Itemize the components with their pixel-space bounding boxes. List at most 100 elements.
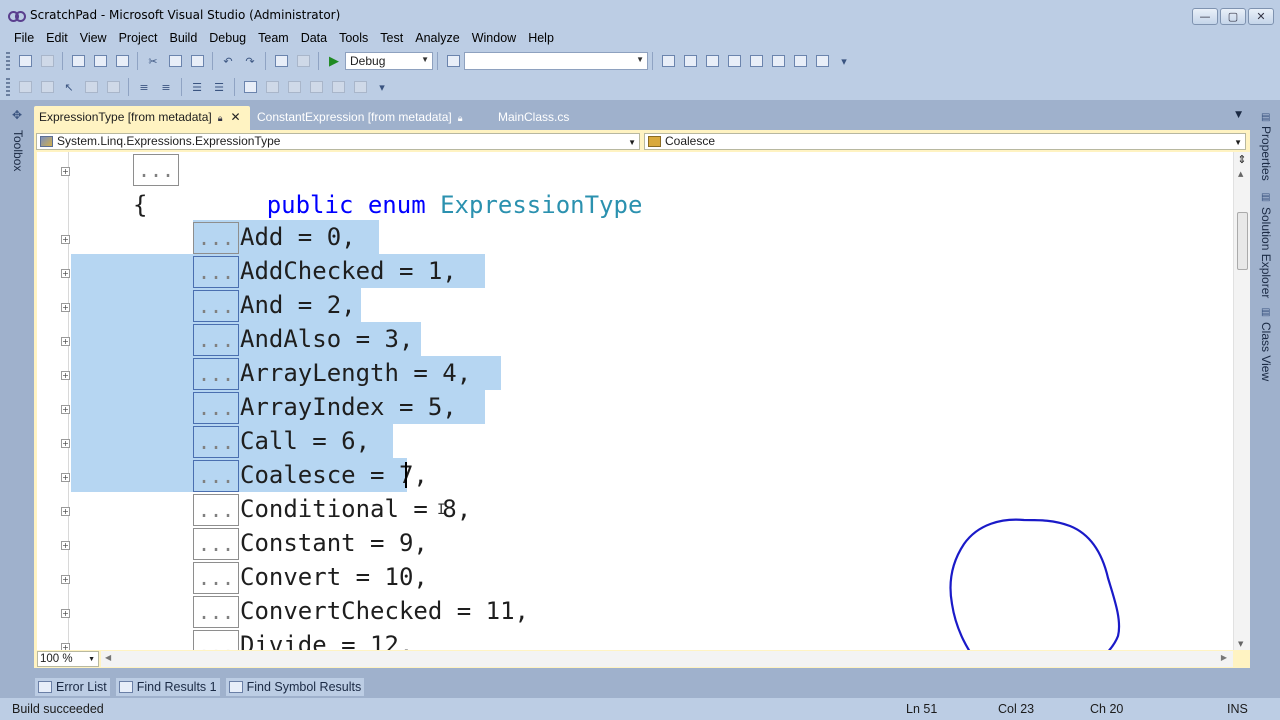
outline-expander[interactable]: + <box>61 405 70 414</box>
new-project-icon[interactable] <box>15 52 35 70</box>
properties-tab[interactable]: Properties <box>1259 126 1273 181</box>
command-window-icon[interactable] <box>812 52 832 70</box>
class-view-tab[interactable]: Class View <box>1259 322 1273 381</box>
collapsed-region-marker[interactable]: ... <box>193 494 239 526</box>
tab-mainclass[interactable]: MainClass.cs <box>493 106 589 130</box>
active-files-dropdown-icon[interactable]: ▼ <box>1235 110 1242 120</box>
display-parameter-info-icon[interactable] <box>37 78 57 96</box>
scroll-up-arrow-icon[interactable]: ▲ <box>1238 170 1243 178</box>
outline-expander[interactable]: + <box>61 439 70 448</box>
find-in-files-icon[interactable] <box>443 52 463 70</box>
previous-bookmark-icon[interactable] <box>262 78 282 96</box>
save-icon[interactable] <box>90 52 110 70</box>
paste-icon[interactable] <box>187 52 207 70</box>
navigate-backward-icon[interactable] <box>271 52 291 70</box>
members-dropdown[interactable]: Coalesce ▼ <box>644 133 1246 150</box>
collapsed-region-marker[interactable]: ... <box>193 290 239 322</box>
find-combo[interactable]: ▼ <box>464 52 648 70</box>
toolbar-grip[interactable] <box>6 78 10 96</box>
outline-expander[interactable]: + <box>61 541 70 550</box>
outline-expander[interactable]: + <box>61 371 70 380</box>
outline-expander[interactable]: + <box>61 643 70 650</box>
undo-icon[interactable]: ↶ <box>218 52 238 70</box>
next-bookmark-in-folder-icon[interactable] <box>328 78 348 96</box>
collapsed-region-marker[interactable]: ... <box>193 222 239 254</box>
vertical-scrollbar[interactable]: ⇕ ▲ ▼ <box>1233 152 1250 650</box>
cut-icon[interactable]: ✂ <box>143 52 163 70</box>
close-tab-icon[interactable]: ✕ <box>231 110 241 124</box>
collapsed-region-marker[interactable]: ... <box>193 562 239 594</box>
toolbar-options-icon[interactable]: ▾ <box>372 78 392 96</box>
toolbar-grip[interactable] <box>6 52 10 70</box>
menu-test[interactable]: Test <box>374 31 409 45</box>
comment-selection-icon[interactable]: ☰ <box>187 78 207 96</box>
collapsed-region-marker[interactable]: ... <box>193 426 239 458</box>
close-button[interactable]: ✕ <box>1248 8 1274 25</box>
menu-view[interactable]: View <box>74 31 113 45</box>
team-explorer-icon[interactable] <box>746 52 766 70</box>
menu-window[interactable]: Window <box>466 31 522 45</box>
outline-expander[interactable]: + <box>61 473 70 482</box>
menu-analyze[interactable]: Analyze <box>409 31 465 45</box>
solution-configuration-select[interactable]: Debug ▼ <box>345 52 433 70</box>
menu-team[interactable]: Team <box>252 31 295 45</box>
toolbox-tab[interactable]: ✥ Toolbox <box>8 104 30 674</box>
outline-expander[interactable]: + <box>61 337 70 346</box>
code-editor[interactable]: + ... public enum ExpressionType { + ...… <box>34 152 1250 650</box>
collapsed-region-marker[interactable]: ... <box>193 256 239 288</box>
display-smart-tag-icon[interactable] <box>103 78 123 96</box>
navigate-forward-icon[interactable] <box>293 52 313 70</box>
solution-explorer-icon[interactable] <box>658 52 678 70</box>
outline-expander[interactable]: + <box>61 269 70 278</box>
object-browser-icon[interactable] <box>702 52 722 70</box>
display-quick-info-icon[interactable]: ↖ <box>59 78 79 96</box>
menu-data[interactable]: Data <box>295 31 333 45</box>
start-debugging-icon[interactable]: ▶ <box>324 52 344 70</box>
toolbar-options-icon[interactable]: ▾ <box>834 52 854 70</box>
properties-window-icon[interactable] <box>680 52 700 70</box>
collapsed-region-marker[interactable]: ... <box>133 154 179 186</box>
toggle-bookmark-icon[interactable] <box>240 78 260 96</box>
scrollbar-thumb[interactable] <box>1237 212 1248 270</box>
collapsed-region-marker[interactable]: ... <box>193 528 239 560</box>
tab-find-results-1[interactable]: Find Results 1 <box>114 677 221 697</box>
collapsed-region-marker[interactable]: ... <box>193 460 239 492</box>
outline-expander[interactable]: + <box>61 303 70 312</box>
menu-build[interactable]: Build <box>163 31 203 45</box>
collapsed-region-marker[interactable]: ... <box>193 324 239 356</box>
start-page-icon[interactable] <box>768 52 788 70</box>
decrease-indent-icon[interactable]: ≡ <box>134 78 154 96</box>
increase-indent-icon[interactable]: ≡ <box>156 78 176 96</box>
add-item-icon[interactable] <box>37 52 57 70</box>
menu-edit[interactable]: Edit <box>40 31 74 45</box>
types-dropdown[interactable]: System.Linq.Expressions.ExpressionType ▼ <box>36 133 640 150</box>
scroll-down-arrow-icon[interactable]: ▼ <box>1238 640 1243 648</box>
scroll-right-arrow-icon[interactable]: ▶ <box>1221 653 1227 662</box>
solution-explorer-tab[interactable]: Solution Explorer <box>1259 207 1273 298</box>
outline-expander[interactable]: + <box>61 575 70 584</box>
outline-expander[interactable]: + <box>61 167 70 176</box>
outline-expander[interactable]: + <box>61 507 70 516</box>
outline-expander[interactable]: + <box>61 235 70 244</box>
next-bookmark-icon[interactable] <box>284 78 304 96</box>
horizontal-scrollbar[interactable]: ◀ ▶ <box>101 651 1233 667</box>
collapsed-region-marker[interactable]: ... <box>193 596 239 628</box>
maximize-button[interactable]: ▢ <box>1220 8 1246 25</box>
tab-constantexpression[interactable]: ConstantExpression [from metadata] 🔒︎ <box>252 106 480 130</box>
display-object-member-list-icon[interactable] <box>15 78 35 96</box>
outline-expander[interactable]: + <box>61 609 70 618</box>
redo-icon[interactable]: ↷ <box>240 52 260 70</box>
previous-bookmark-in-folder-icon[interactable] <box>306 78 326 96</box>
menu-tools[interactable]: Tools <box>333 31 374 45</box>
menu-file[interactable]: File <box>8 31 40 45</box>
open-file-icon[interactable] <box>68 52 88 70</box>
minimize-button[interactable]: — <box>1192 8 1218 25</box>
menu-help[interactable]: Help <box>522 31 560 45</box>
scroll-left-arrow-icon[interactable]: ◀ <box>105 653 111 662</box>
save-all-icon[interactable] <box>112 52 132 70</box>
clear-bookmarks-icon[interactable] <box>350 78 370 96</box>
split-window-icon[interactable]: ⇕ <box>1236 154 1248 166</box>
menu-project[interactable]: Project <box>113 31 164 45</box>
zoom-combo[interactable]: 100 % ▼ <box>37 651 99 667</box>
extension-manager-icon[interactable] <box>790 52 810 70</box>
